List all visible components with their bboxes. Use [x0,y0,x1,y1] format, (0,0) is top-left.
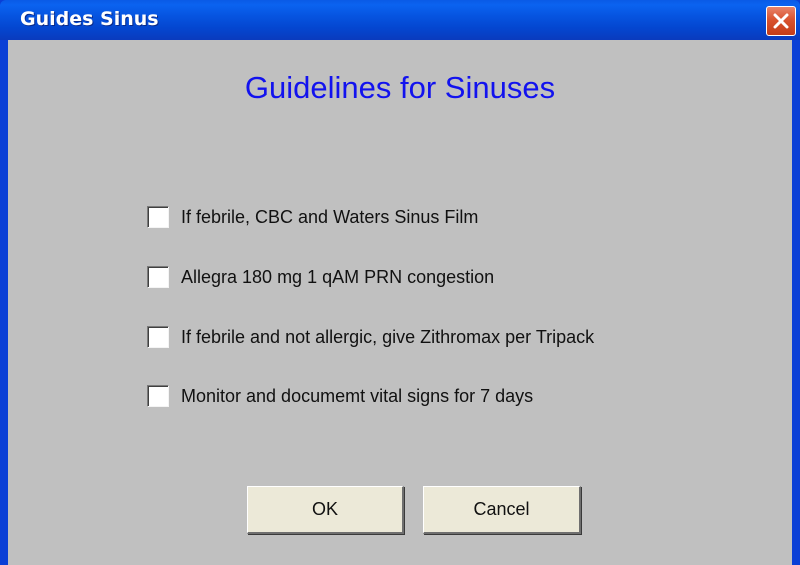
window-title: Guides Sinus [20,8,159,30]
close-button[interactable] [766,6,796,36]
option-label: If febrile, CBC and Waters Sinus Film [181,206,479,227]
option-label: Allegra 180 mg 1 qAM PRN congestion [181,266,495,287]
option-zithromax[interactable]: If febrile and not allergic, give Zithro… [147,324,594,350]
option-allegra[interactable]: Allegra 180 mg 1 qAM PRN congestion [147,264,494,290]
cancel-button[interactable]: Cancel [423,486,581,534]
option-label: Monitor and documemt vital signs for 7 d… [181,385,534,406]
option-monitor-vitals[interactable]: Monitor and documemt vital signs for 7 d… [147,383,533,409]
checkbox[interactable] [147,206,169,228]
checkbox[interactable] [147,266,169,288]
checkbox[interactable] [147,385,169,407]
checkbox[interactable] [147,326,169,348]
ok-button[interactable]: OK [247,486,404,534]
close-icon [773,13,789,29]
dialog-window: Guides Sinus Guidelines for Sinuses If f… [0,0,800,565]
page-title: Guidelines for Sinuses [244,70,556,105]
option-label: If febrile and not allergic, give Zithro… [181,326,595,347]
option-febrile-cbc[interactable]: If febrile, CBC and Waters Sinus Film [147,204,478,230]
title-bar[interactable]: Guides Sinus [0,0,800,40]
